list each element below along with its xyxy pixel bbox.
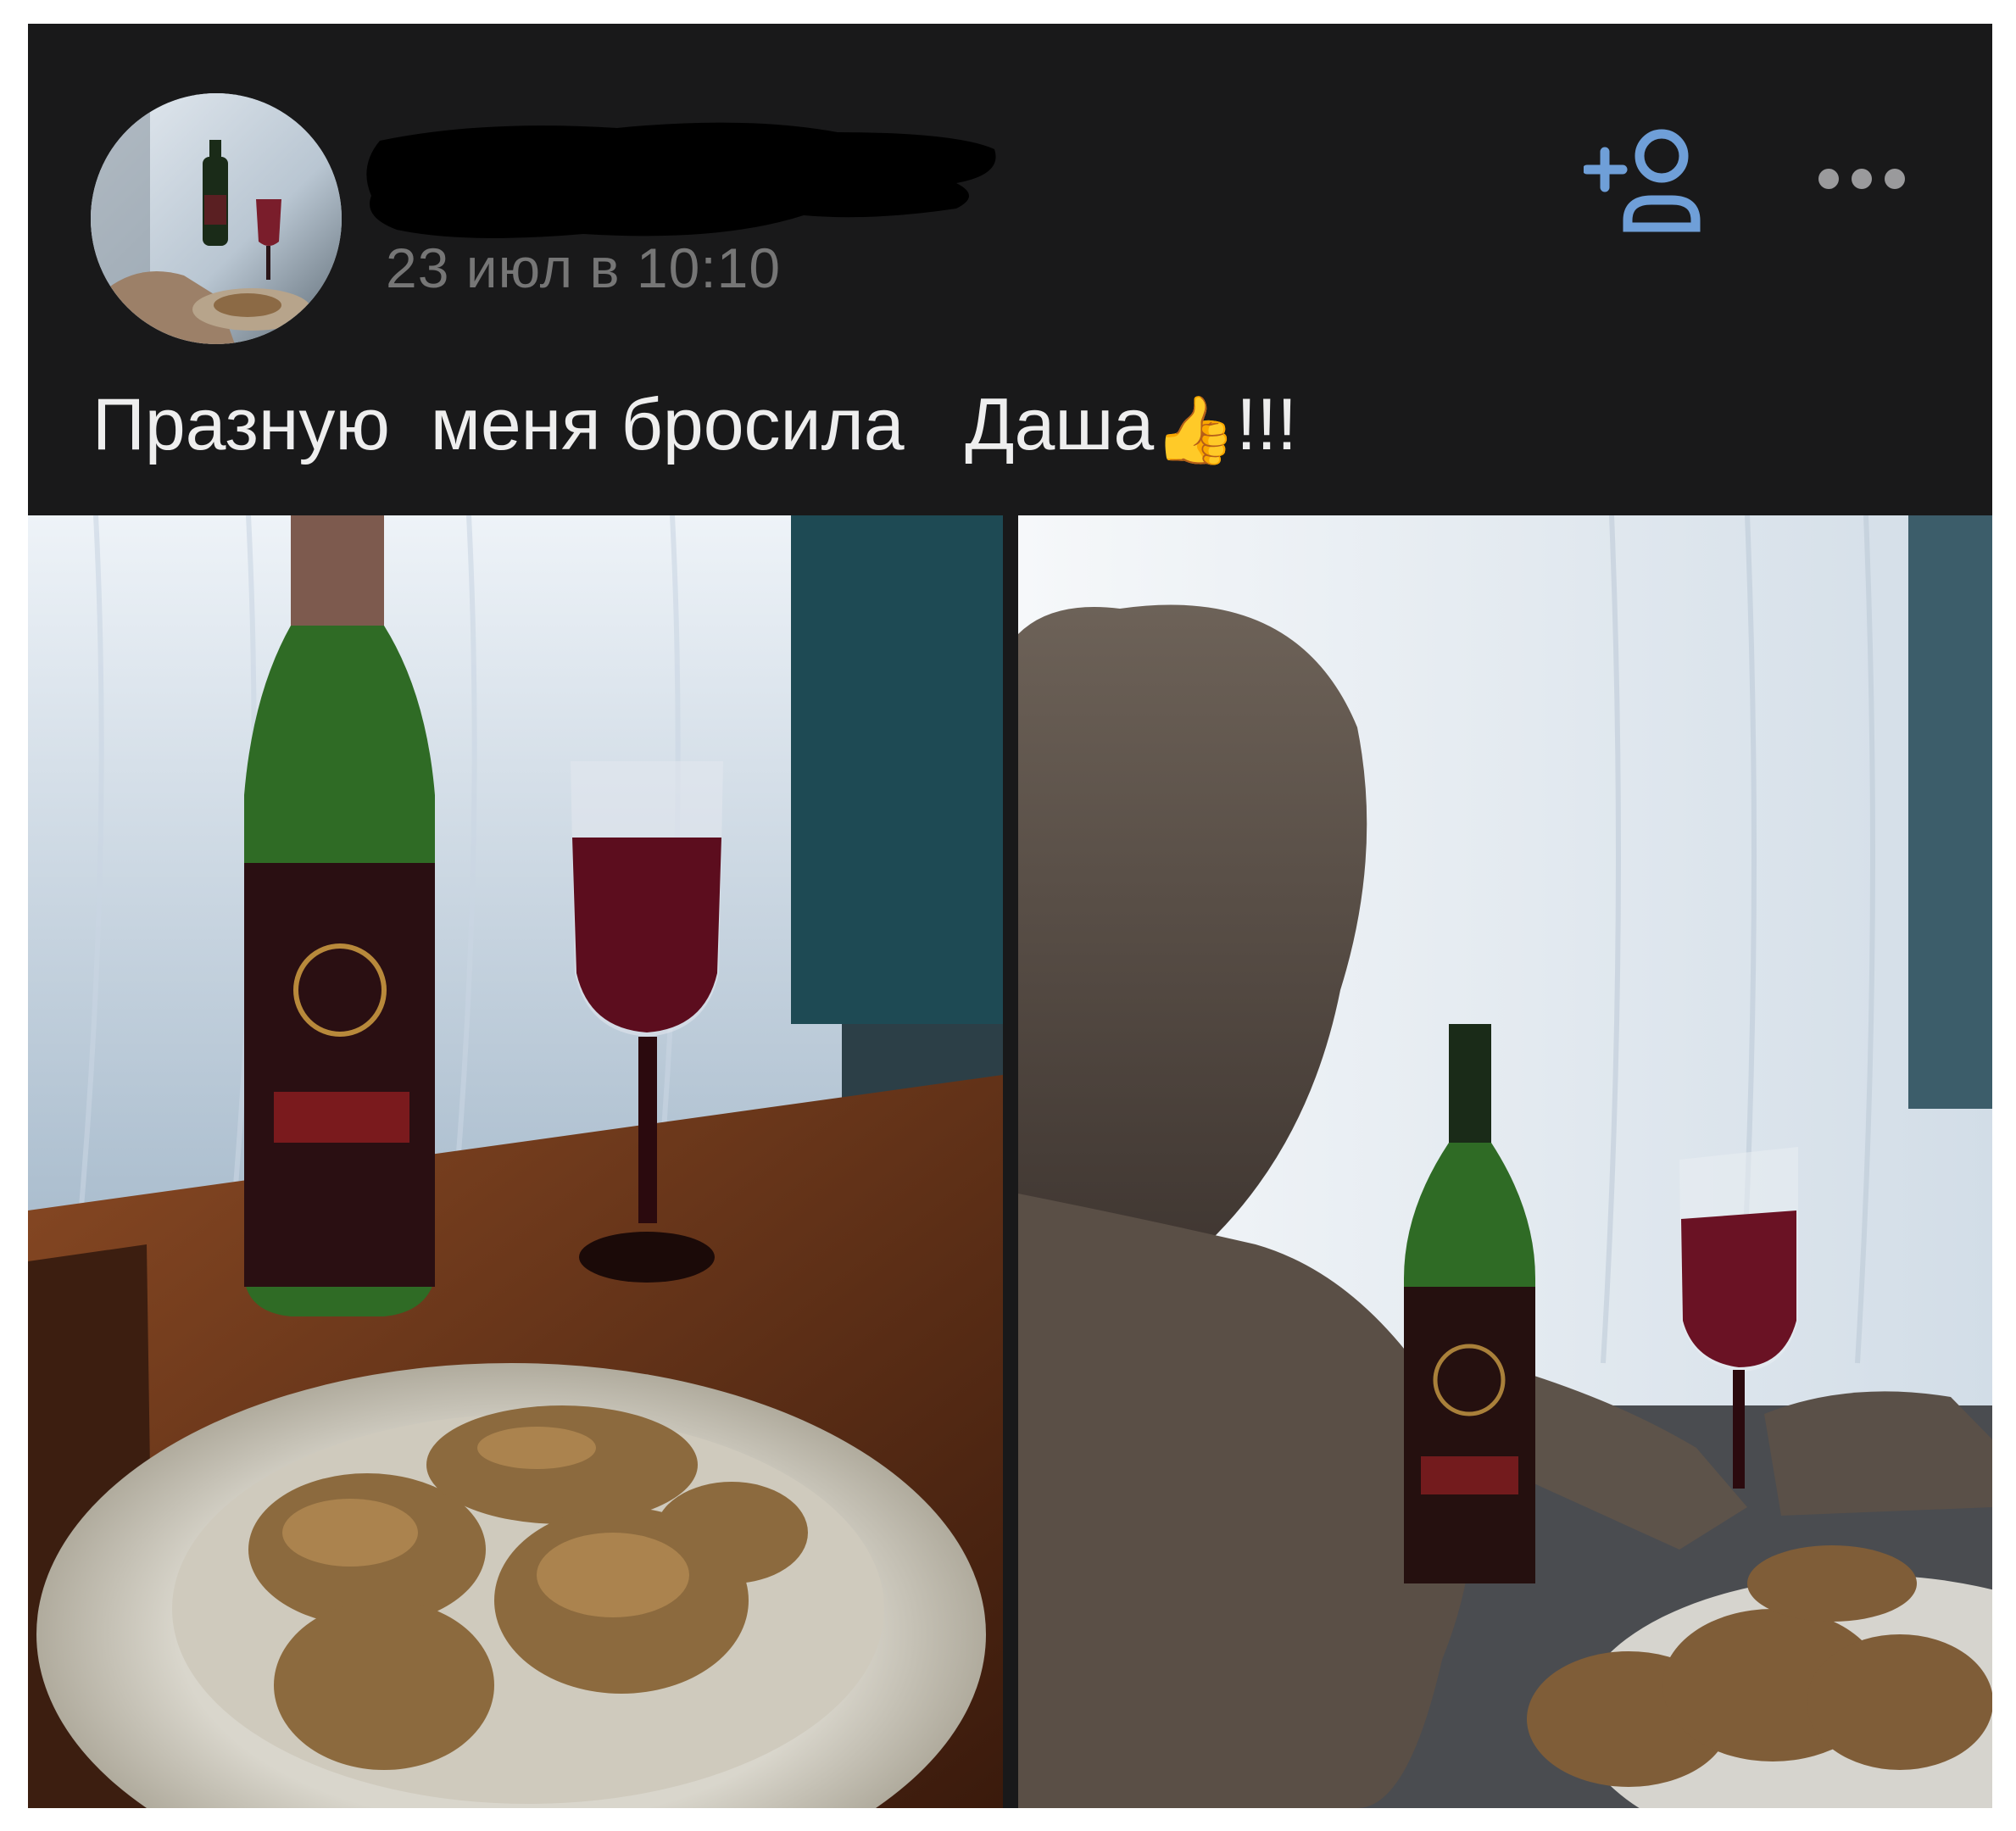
photo-grid	[28, 515, 1992, 1808]
author-avatar[interactable]	[91, 93, 342, 344]
post-card: 23 июл в 10:10 Празную меня бросила Даша…	[28, 24, 1992, 1808]
photo-man-with-wine[interactable]	[1018, 515, 1992, 1808]
add-friend-button[interactable]	[1584, 125, 1711, 236]
post-text-main: Празную меня бросила Даша	[92, 384, 1155, 465]
redacted-author-name	[363, 115, 1002, 242]
add-friend-icon	[1584, 129, 1701, 232]
more-options-button[interactable]	[1815, 158, 1908, 200]
photo-wine-and-chicken[interactable]	[28, 515, 1003, 1808]
more-icon	[1818, 169, 1905, 189]
thumbs-up-emoji-icon: 👍	[1154, 392, 1237, 467]
post-text: Празную меня бросила Даша👍!!!	[92, 388, 1297, 463]
post-header: 23 июл в 10:10 Празную меня бросила Даша…	[28, 24, 1992, 515]
post-timestamp[interactable]: 23 июл в 10:10	[386, 240, 781, 296]
post-text-exclaim: !!!	[1236, 384, 1297, 465]
